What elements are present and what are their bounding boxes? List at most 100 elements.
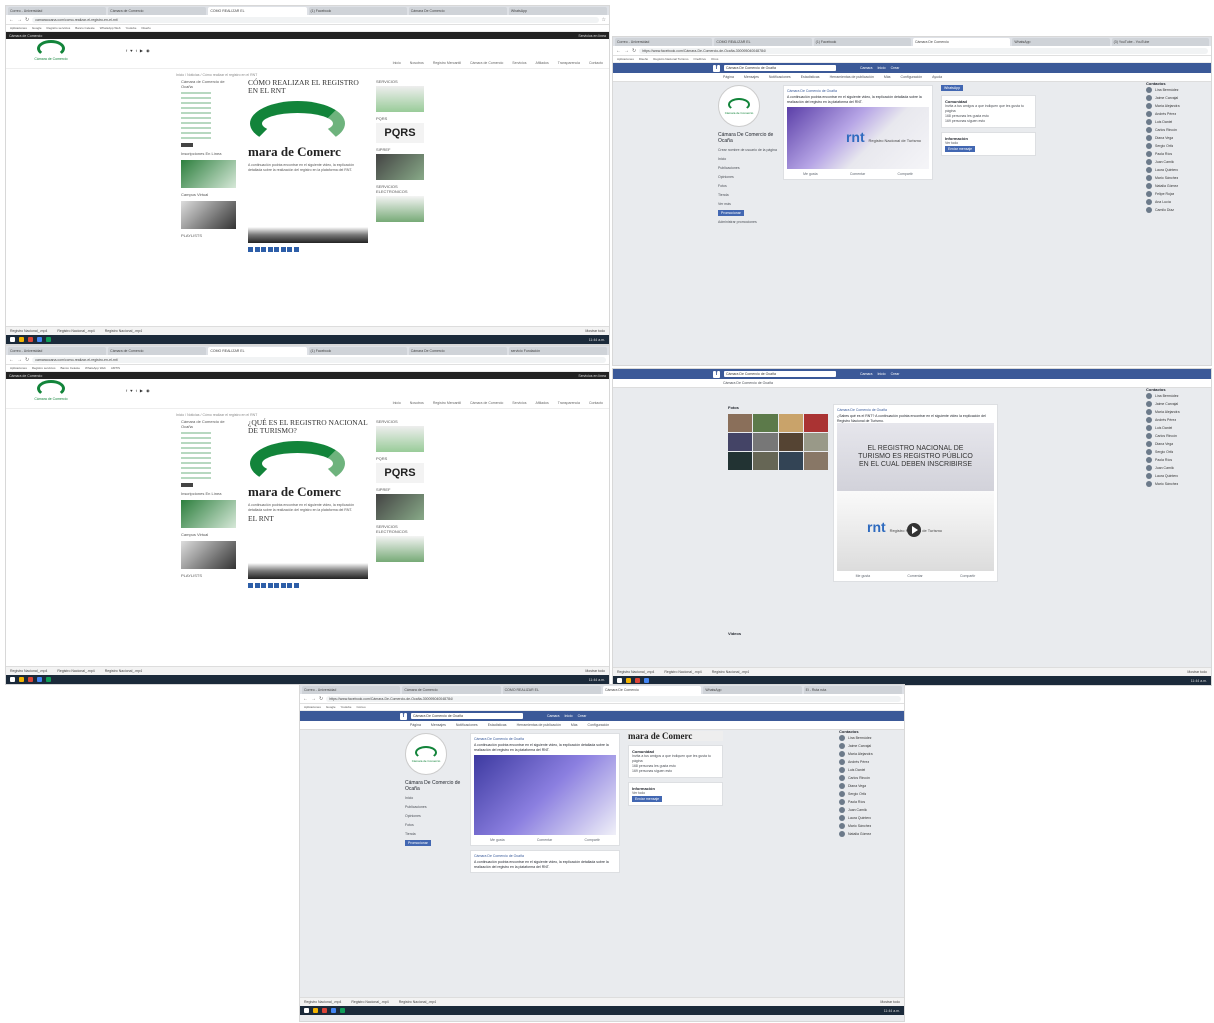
bookmark[interactable]: Banco Celeste [61, 365, 81, 371]
fb-nav-item[interactable]: Inicio [877, 372, 885, 376]
start-icon[interactable] [304, 1008, 309, 1013]
contact-row[interactable]: Paola Ríos [839, 798, 901, 806]
promote-button[interactable]: Promocionar [718, 210, 744, 216]
contact-row[interactable]: Laura Quintero [839, 814, 901, 822]
contact-row[interactable]: María Alejandra [1146, 408, 1208, 416]
photo-thumb[interactable] [778, 433, 803, 451]
download-item[interactable]: Registro Nacional_.mp4 [105, 669, 142, 673]
bookmark[interactable]: Google [32, 25, 42, 31]
promote-button[interactable]: Promocionar [405, 840, 431, 846]
taskbar-app-icon[interactable] [322, 1008, 327, 1013]
fb-nav-item[interactable]: Inicio [564, 714, 572, 718]
servicios-thumb[interactable] [376, 86, 424, 112]
forward-icon[interactable]: → [311, 696, 316, 702]
fb-nav-item[interactable]: Inicio [877, 66, 885, 70]
bookmark[interactable]: Registro servicios [32, 365, 56, 371]
page-tab[interactable]: Herramientas de publicación [830, 73, 874, 81]
nav-item[interactable]: Contacto [589, 401, 603, 408]
send-message-button[interactable]: Enviar mensaje [632, 796, 663, 802]
taskbar-app-icon[interactable] [46, 677, 51, 682]
sipref-banner[interactable] [376, 154, 424, 180]
taskbar-app-icon[interactable] [626, 678, 631, 683]
photo-thumb[interactable] [778, 452, 803, 470]
share-button[interactable]: Compartir [960, 574, 975, 578]
download-item[interactable]: Registro Nacional_.mp4 [10, 329, 47, 333]
fb-nav-item[interactable]: Camara [860, 66, 872, 70]
post-author[interactable]: Cámara De Comercio de Ocaña [474, 737, 616, 741]
start-icon[interactable] [10, 677, 15, 682]
contact-row[interactable]: Juan Camilo [839, 806, 901, 814]
pqrs-banner[interactable]: PQRS [376, 123, 424, 143]
share-buttons[interactable] [248, 583, 368, 588]
post-author[interactable]: Cámara De Comercio de Ocaña [837, 408, 994, 412]
forward-icon[interactable]: → [624, 48, 629, 54]
topbar-right[interactable]: Servicios en línea [578, 34, 606, 38]
nav-item[interactable]: Cámara de Comercio [470, 401, 503, 408]
servicios-electronicos-thumb[interactable] [376, 536, 424, 562]
search-button[interactable] [181, 483, 193, 487]
download-item[interactable]: Registro Nacional_.mp4 [105, 329, 142, 333]
fb-nav-item[interactable]: Camara [547, 714, 559, 718]
page-menu-item[interactable]: Opiniones [405, 813, 465, 819]
page-avatar[interactable]: Cámara de Comercio [718, 85, 760, 127]
fb-nav-item[interactable]: Crear [891, 372, 900, 376]
fb-nav-item[interactable]: Camara [860, 372, 872, 376]
contact-row[interactable]: Ana Lucía [1146, 198, 1208, 206]
nav-item[interactable]: Nosotros [410, 401, 424, 408]
contact-row[interactable]: Lina Bermúdez [1146, 86, 1208, 94]
contact-row[interactable]: Laura Quintero [1146, 166, 1208, 174]
browser-tab[interactable]: (1) Facebook [308, 347, 407, 355]
page-menu-item[interactable]: Publicaciones [405, 804, 465, 810]
photo-thumb[interactable] [728, 414, 753, 432]
send-message-button[interactable]: Enviar mensaje [945, 146, 976, 152]
facebook-logo-icon[interactable]: f [713, 64, 720, 72]
contact-row[interactable]: Jaime Carvajal [1146, 94, 1208, 102]
download-item[interactable]: Registro Nacional_.mp4 [10, 669, 47, 673]
contact-row[interactable]: Luis Daniel [1146, 118, 1208, 126]
download-item[interactable]: Registro Nacional_.mp4 [399, 1000, 436, 1004]
contact-row[interactable]: Luis Daniel [839, 766, 901, 774]
page-tab[interactable]: Ayuda [932, 73, 942, 81]
nav-item[interactable]: Servicios [512, 61, 526, 68]
inscripciones-banner[interactable] [181, 160, 236, 188]
contact-row[interactable]: Natalia Gómez [1146, 182, 1208, 190]
facebook-search-input[interactable]: Cámara De Comercio de Ocaña [724, 371, 836, 377]
show-all-downloads[interactable]: Mostrar todo [585, 669, 605, 673]
download-item[interactable]: Registro Nacional_.mp4 [304, 1000, 341, 1004]
reload-icon[interactable]: ↻ [25, 17, 29, 23]
download-item[interactable]: Registro Nacional_.mp4 [351, 1000, 388, 1004]
bookmark[interactable]: Google [326, 704, 336, 710]
taskbar-app-icon[interactable] [340, 1008, 345, 1013]
photo-thumb[interactable] [803, 452, 828, 470]
share-button[interactable]: Compartir [897, 172, 912, 176]
url-field[interactable]: camaraocana.com/como-realizar-el-registr… [32, 356, 606, 363]
community-line[interactable]: Invita a tus amigos a que indiquen que l… [632, 754, 719, 764]
video-player[interactable] [248, 227, 368, 243]
comment-button[interactable]: Comentar [850, 172, 865, 176]
start-icon[interactable] [617, 678, 622, 683]
campus-banner[interactable] [181, 541, 236, 569]
page-menu-item[interactable]: Tienda [718, 192, 778, 198]
contact-row[interactable]: Lina Bermúdez [1146, 392, 1208, 400]
taskbar-app-icon[interactable] [19, 337, 24, 342]
like-button[interactable]: Me gusta [856, 574, 870, 578]
contact-row[interactable]: María Alejandra [839, 750, 901, 758]
topbar-right[interactable]: Servicios en línea [578, 374, 606, 378]
browser-tab[interactable]: El - Ruta ruta [803, 686, 902, 694]
browser-tab[interactable]: Correo - Universidad [615, 38, 713, 46]
bookmark[interactable]: Aplicaciones [304, 704, 321, 710]
page-tab[interactable]: Configuración [588, 721, 610, 729]
show-all-downloads[interactable]: Mostrar todo [585, 329, 605, 333]
contact-row[interactable]: Andrés Pérez [1146, 416, 1208, 424]
fb-nav-item[interactable]: Crear [891, 66, 900, 70]
campus-banner[interactable] [181, 201, 236, 229]
page-tab[interactable]: Página [723, 73, 734, 81]
page-username-link[interactable]: Crear nombre de usuario de la página [718, 147, 778, 153]
browser-tab[interactable]: Cámara de Comercio [402, 686, 501, 694]
reload-icon[interactable]: ↻ [25, 357, 29, 363]
nav-item[interactable]: Servicios [512, 401, 526, 408]
contact-row[interactable]: Camilo Díaz [1146, 206, 1208, 214]
nav-item[interactable]: Inicio [393, 61, 401, 68]
contact-row[interactable]: Andrés Pérez [839, 758, 901, 766]
share-buttons[interactable] [248, 247, 368, 252]
